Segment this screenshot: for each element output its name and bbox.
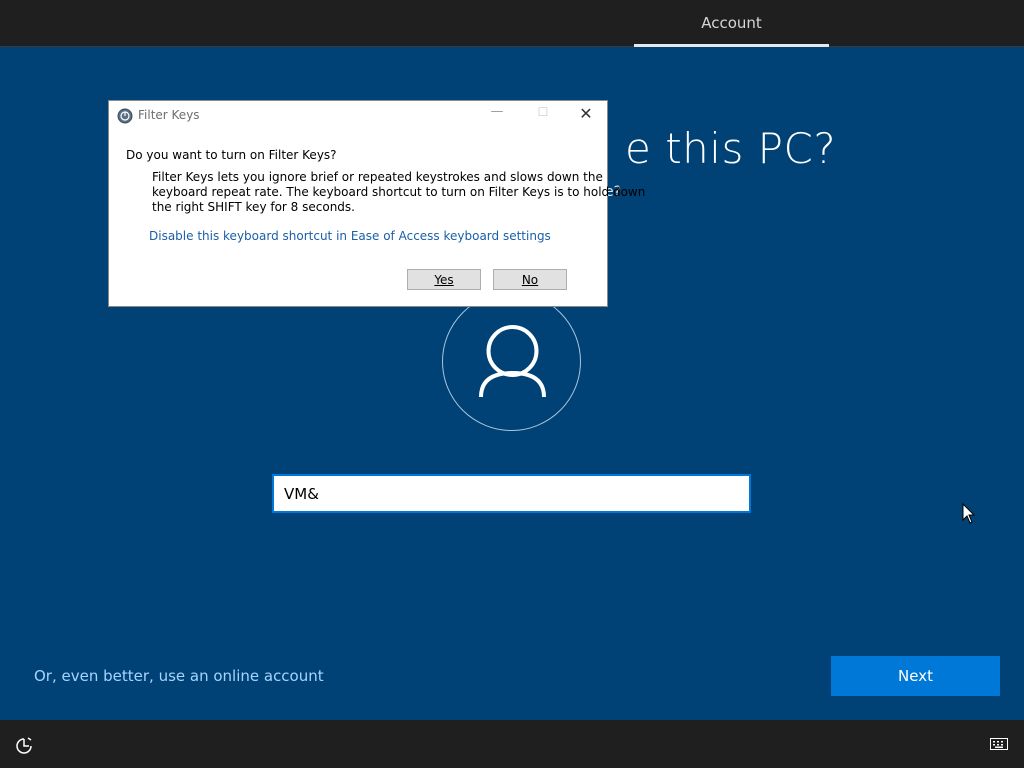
avatar — [442, 292, 581, 431]
maximize-icon: ☐ — [537, 105, 549, 119]
top-bar — [0, 0, 1024, 47]
no-button[interactable]: No — [493, 269, 567, 290]
tab-account-underline — [634, 44, 829, 47]
ease-of-access-icon[interactable] — [14, 736, 34, 756]
page-title: e this PC? — [625, 124, 837, 173]
filter-keys-dialog: Filter Keys — ☐ ✕ Do you want to turn on… — [108, 100, 646, 307]
dialog-title: Filter Keys — [138, 108, 200, 122]
ease-of-access-icon — [117, 108, 133, 124]
dialog-body-line: the right SHIFT key for 8 seconds. — [152, 200, 355, 214]
dialog-body-line: keyboard repeat rate. The keyboard short… — [152, 185, 646, 199]
dialog-question: Do you want to turn on Filter Keys? — [126, 148, 337, 162]
close-icon[interactable]: ✕ — [575, 104, 597, 126]
keyboard-icon[interactable] — [990, 738, 1008, 750]
dialog-titlebar[interactable]: Filter Keys — ☐ ✕ — [109, 101, 607, 131]
user-icon — [479, 325, 546, 398]
mouse-cursor-icon — [962, 503, 976, 524]
disable-shortcut-link[interactable]: Disable this keyboard shortcut in Ease o… — [149, 229, 551, 243]
minimize-icon: — — [490, 104, 504, 119]
tab-account: Account — [701, 14, 762, 32]
online-account-link[interactable]: Or, even better, use an online account — [34, 667, 324, 685]
next-button[interactable]: Next — [831, 656, 1000, 696]
dialog-body-line: Filter Keys lets you ignore brief or rep… — [152, 170, 603, 184]
dialog-body: Filter Keys lets you ignore brief or rep… — [152, 170, 646, 215]
bottom-bar — [0, 720, 1024, 768]
yes-button[interactable]: Yes — [407, 269, 481, 290]
username-input[interactable] — [272, 474, 751, 513]
